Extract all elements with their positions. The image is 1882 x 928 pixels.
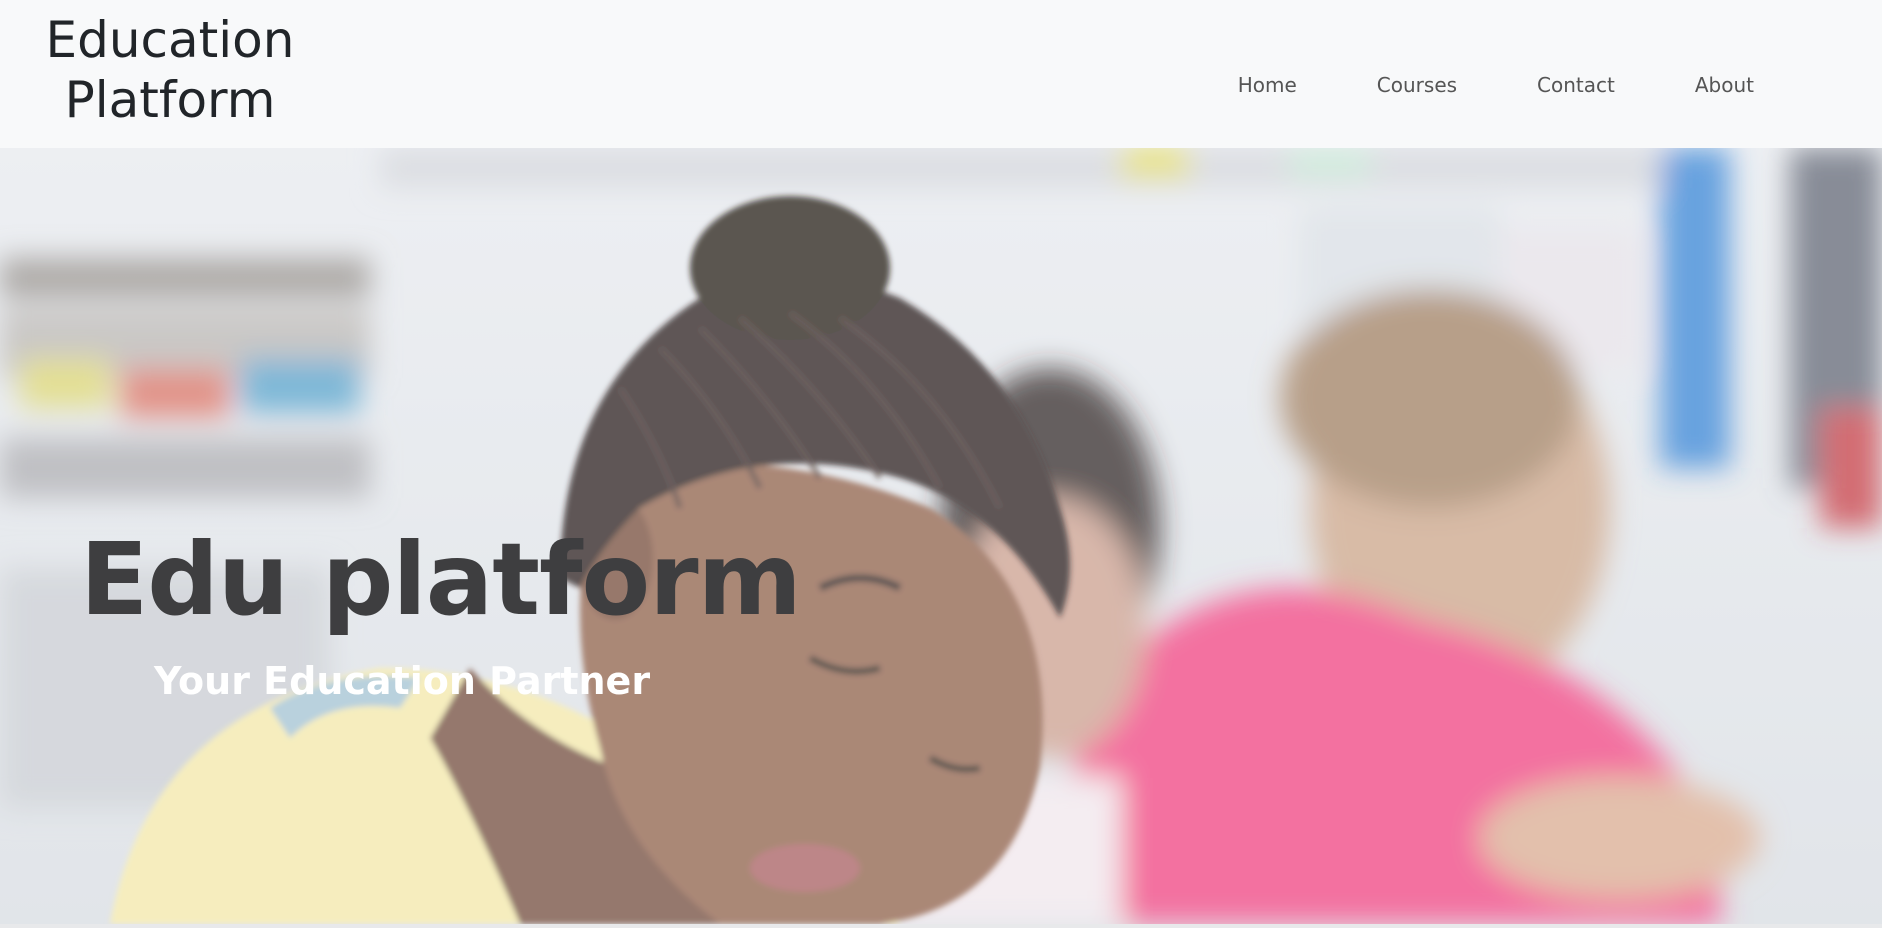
hero-subtitle: Your Education Partner [154,659,651,703]
page-bottom-border [0,924,1882,928]
nav-link-contact[interactable]: Contact [1497,68,1655,102]
hero-section: Edu platform Your Education Partner [0,148,1882,924]
nav-link-courses[interactable]: Courses [1337,68,1497,102]
top-navbar: Education Platform Home Courses Contact … [0,0,1882,148]
nav-menu: Home Courses Contact About [1198,68,1754,102]
brand-line-1: Education [45,11,295,69]
hero-title: Edu platform [80,521,802,638]
nav-link-home[interactable]: Home [1198,68,1337,102]
brand-line-2: Platform [64,71,276,129]
nav-link-about[interactable]: About [1655,68,1754,102]
brand-logo-text[interactable]: Education Platform [40,10,300,130]
